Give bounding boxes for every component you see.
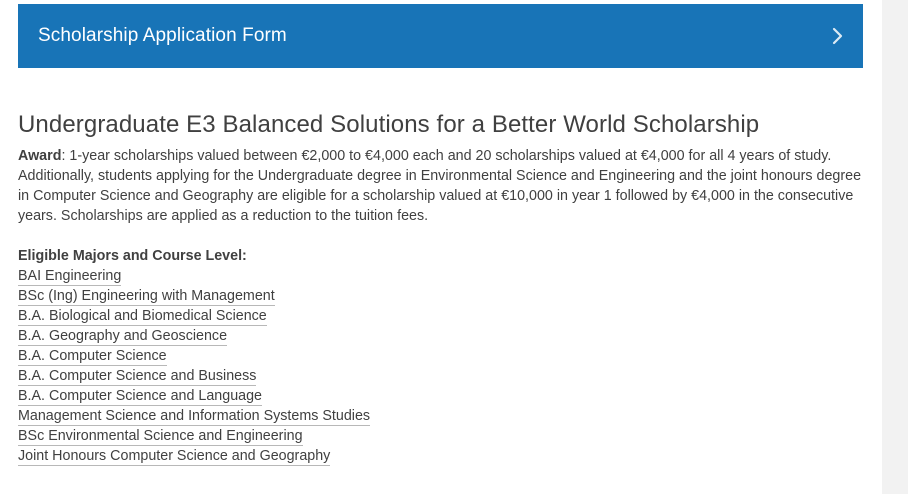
scholarship-title: Undergraduate E3 Balanced Solutions for … <box>18 111 760 138</box>
list-item: BSc Environmental Science and Engineerin… <box>18 426 863 446</box>
major-link[interactable]: B.A. Computer Science and Language <box>18 388 263 406</box>
major-link[interactable]: BSc Environmental Science and Engineerin… <box>18 428 303 446</box>
list-item: B.A. Geography and Geoscience <box>18 326 863 346</box>
major-link[interactable]: BAI Engineering <box>18 268 122 286</box>
list-item: B.A. Computer Science and Language <box>18 386 863 406</box>
list-item: BAI Engineering <box>18 266 863 286</box>
major-link[interactable]: Management Science and Information Syste… <box>18 408 371 426</box>
major-link[interactable]: B.A. Computer Science and Business <box>18 368 257 386</box>
major-link[interactable]: B.A. Biological and Biomedical Science <box>18 308 267 326</box>
major-link[interactable]: B.A. Geography and Geoscience <box>18 328 228 346</box>
major-link[interactable]: BSc (Ing) Engineering with Management <box>18 288 275 306</box>
banner-title: Scholarship Application Form <box>38 25 287 46</box>
majors-list: BAI Engineering BSc (Ing) Engineering wi… <box>18 266 863 466</box>
list-item: B.A. Computer Science <box>18 346 863 366</box>
eligible-majors-heading: Eligible Majors and Course Level: <box>18 248 247 264</box>
scholarship-content: Undergraduate E3 Balanced Solutions for … <box>18 108 863 466</box>
page: Scholarship Application Form Undergradua… <box>0 0 882 494</box>
list-item: B.A. Computer Science and Business <box>18 366 863 386</box>
award-text: : 1-year scholarships valued between €2,… <box>18 148 862 224</box>
award-label: Award <box>18 148 62 164</box>
scholarship-application-form-banner[interactable]: Scholarship Application Form <box>18 4 863 68</box>
major-link[interactable]: B.A. Computer Science <box>18 348 167 366</box>
list-item: Management Science and Information Syste… <box>18 406 863 426</box>
chevron-right-icon[interactable] <box>827 26 847 46</box>
list-item: B.A. Biological and Biomedical Science <box>18 306 863 326</box>
list-item: BSc (Ing) Engineering with Management <box>18 286 863 306</box>
major-link[interactable]: Joint Honours Computer Science and Geogr… <box>18 448 331 466</box>
award-description: Award: 1-year scholarships valued betwee… <box>18 146 863 226</box>
list-item: Joint Honours Computer Science and Geogr… <box>18 446 863 466</box>
